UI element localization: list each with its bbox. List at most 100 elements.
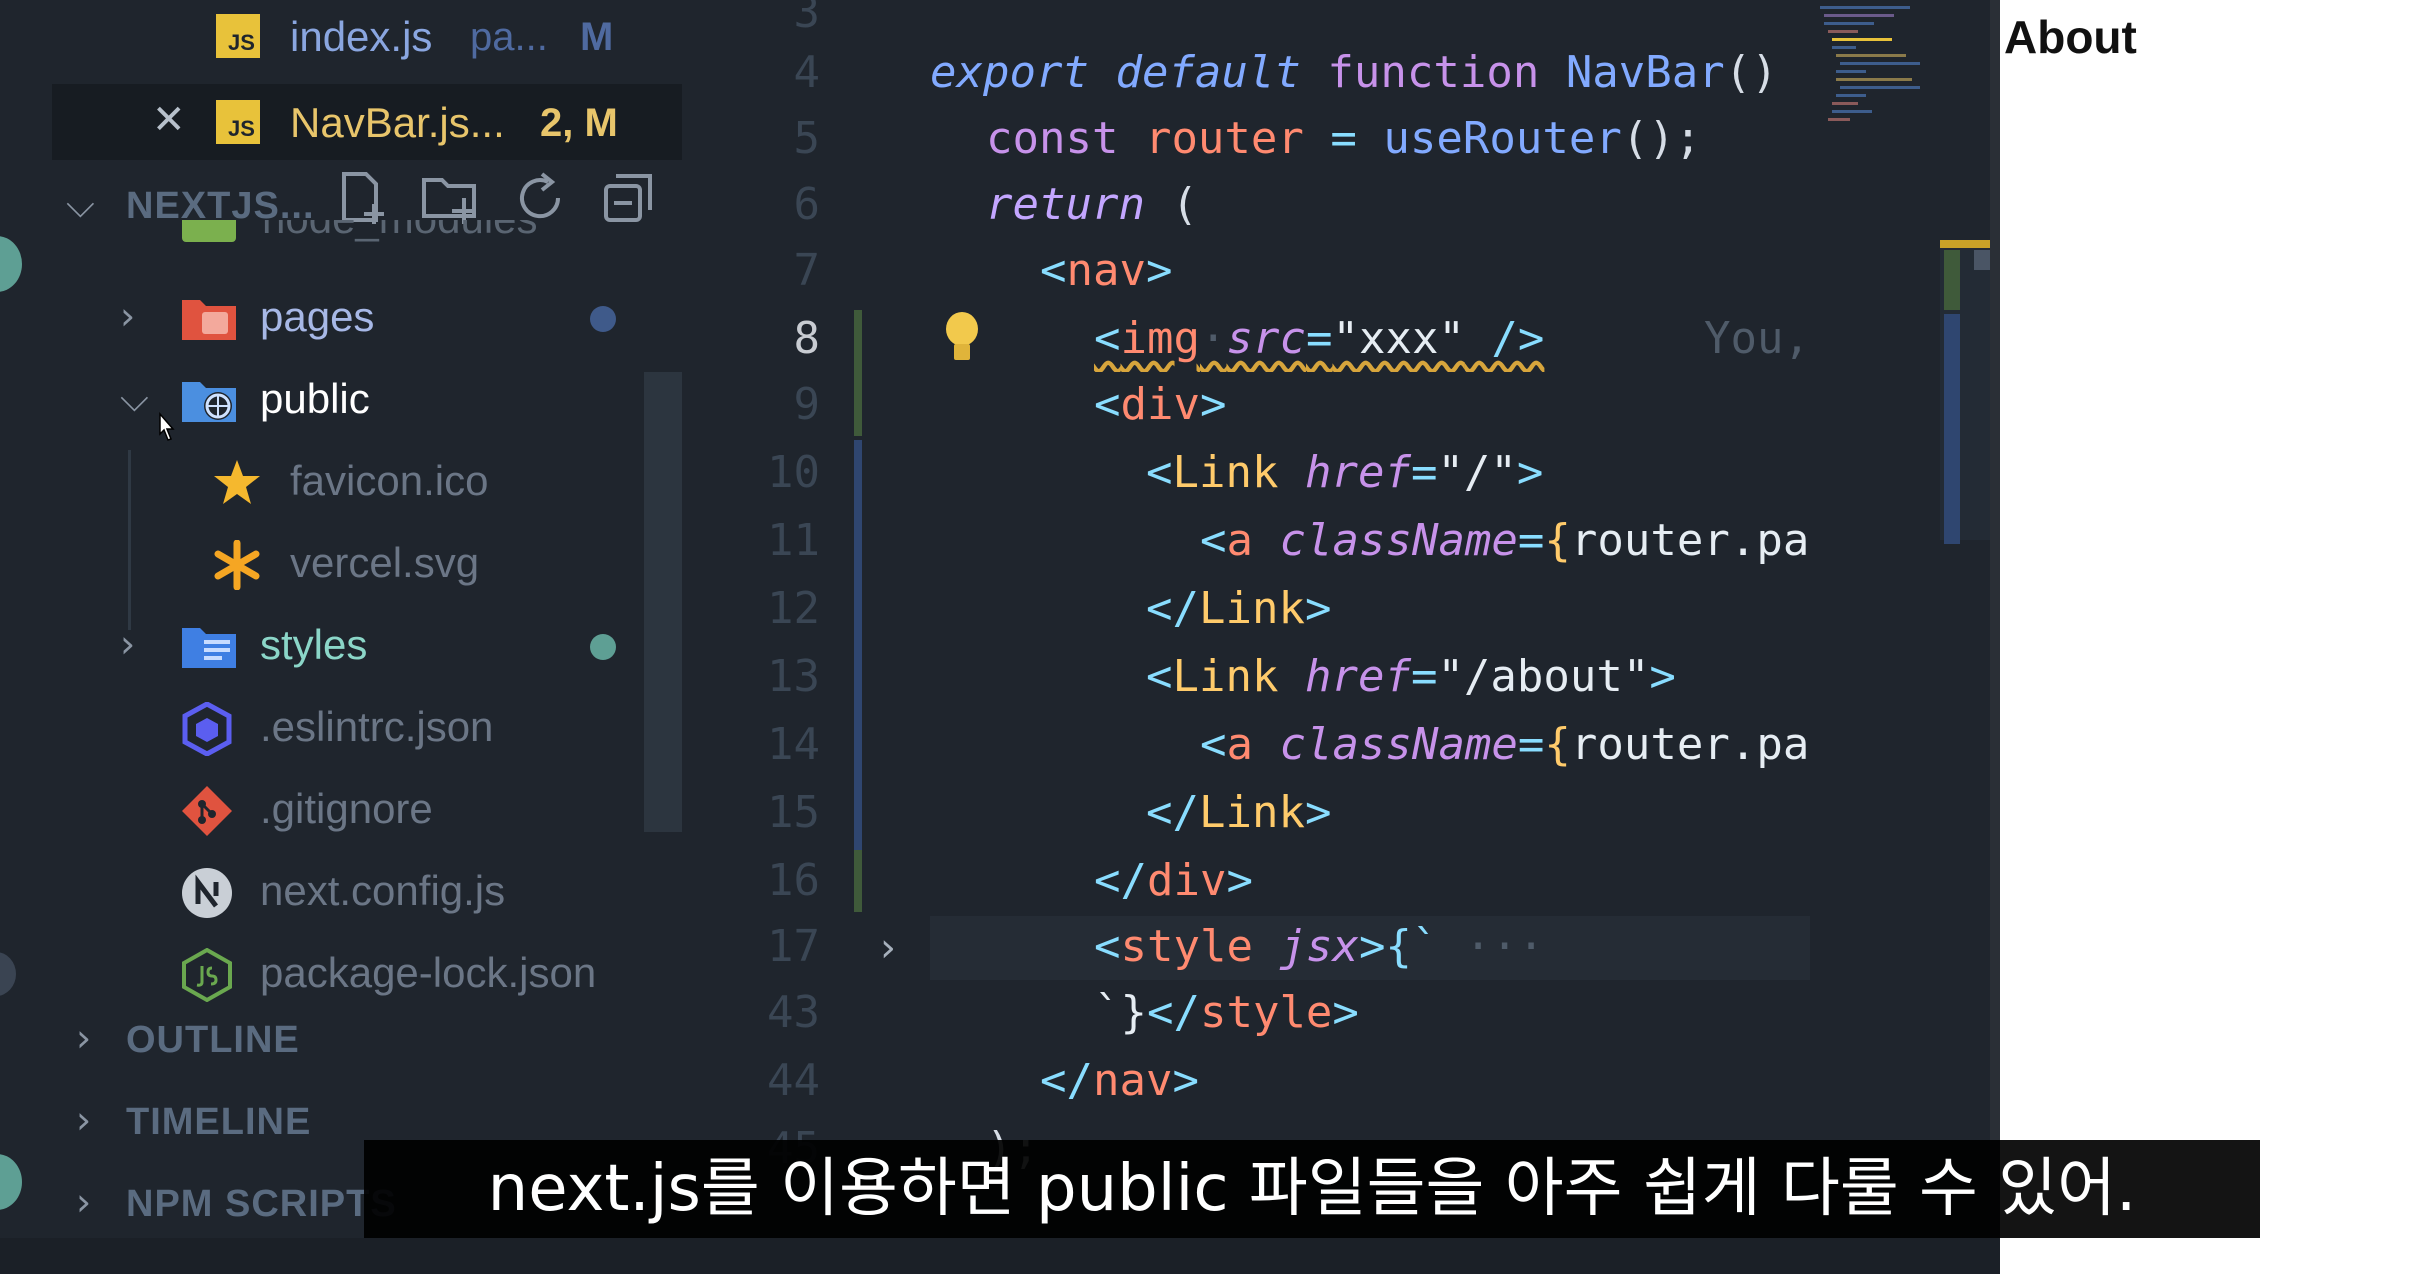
tree-item-public[interactable]: ⌵ public	[0, 360, 690, 440]
line-number: 6	[793, 179, 821, 230]
chevron-down-icon: ⌵	[66, 182, 95, 226]
new-file-icon[interactable]	[334, 168, 394, 228]
tree-item-favicon[interactable]: favicon.ico	[0, 442, 690, 522]
explorer-scrollbar[interactable]	[644, 372, 682, 832]
code-editor[interactable]: › 3 4 export default function NavBar() 5…	[690, 0, 1990, 1274]
bracket: >	[1199, 379, 1227, 430]
string: "/"	[1437, 447, 1517, 498]
brace: {	[1544, 515, 1571, 566]
tree-item-next-config[interactable]: next.config.js	[0, 852, 690, 932]
line-number: 7	[793, 245, 821, 296]
tag-name: img	[1120, 313, 1200, 364]
mouse-cursor-icon	[159, 412, 175, 441]
bracket: >	[1516, 447, 1544, 498]
tree-item-eslintrc[interactable]: .eslintrc.json	[0, 688, 690, 768]
operator: =	[1410, 447, 1438, 498]
keyword: default	[1115, 47, 1301, 98]
code-line-6: 6 return (	[690, 172, 1990, 238]
tree-item-label: pages	[260, 293, 375, 340]
section-title: TIMELINE	[126, 1101, 312, 1143]
tree-item-label: node_modules	[262, 220, 538, 244]
function-name: NavBar	[1565, 47, 1725, 98]
line-number: 9	[793, 379, 821, 430]
code-line-15: 15 </Link>	[690, 780, 1990, 846]
refresh-icon[interactable]	[510, 168, 570, 228]
tag-name: style	[1199, 987, 1333, 1038]
bracket: >	[1649, 651, 1676, 702]
bracket: >	[1304, 583, 1332, 634]
code-line-16: 16 </div>	[690, 848, 1990, 914]
attribute: src	[1226, 313, 1306, 364]
template-end: `}	[1094, 987, 1147, 1038]
explorer-sidebar: JS index.js pa... M ✕ JS NavBar.js... 2,…	[0, 0, 690, 1274]
line-number: 15	[767, 787, 820, 838]
tag-name: div	[1146, 855, 1227, 906]
bracket: </	[1040, 1055, 1093, 1106]
new-folder-icon[interactable]	[420, 168, 480, 228]
js-file-icon: JS	[216, 100, 260, 144]
open-editor-name: NavBar.js...	[290, 99, 505, 146]
operator: =	[1517, 719, 1545, 770]
string: "xxx"	[1332, 313, 1465, 364]
tree-item-label: package-lock.json	[260, 949, 597, 996]
bracket: >	[1226, 855, 1253, 906]
tree-item-label: favicon.ico	[290, 457, 489, 504]
folded-ellipsis[interactable]: ···	[1465, 921, 1544, 972]
keyword: function	[1327, 47, 1540, 98]
bracket: >	[1304, 787, 1332, 838]
code-line-7: 7 <nav>	[690, 238, 1990, 304]
outline-section-header[interactable]: › OUTLINE	[0, 1004, 690, 1074]
chevron-right-icon: ›	[76, 1098, 92, 1142]
open-editor-navbar-js[interactable]: ✕ JS NavBar.js... 2, M	[52, 84, 682, 160]
bracket: <	[1200, 515, 1227, 566]
bracket: <	[1146, 651, 1173, 702]
attribute: href	[1304, 447, 1411, 498]
problem-count-badge: 2, M	[540, 101, 618, 145]
tree-item-label: .gitignore	[260, 785, 433, 832]
tree-item-label: .eslintrc.json	[260, 703, 494, 750]
tree-item-vercel-svg[interactable]: vercel.svg	[0, 524, 690, 604]
tree-item-package-lock[interactable]: package-lock.json	[0, 934, 690, 1014]
attribute: href	[1304, 651, 1411, 702]
line-number: 4	[793, 47, 821, 98]
attribute: className	[1279, 515, 1518, 566]
bracket: </	[1146, 987, 1200, 1038]
open-editor-index-js[interactable]: JS index.js pa... M	[52, 0, 682, 76]
bracket: <	[1094, 921, 1121, 972]
line-number: 5	[793, 113, 821, 164]
close-icon[interactable]: ✕	[152, 100, 186, 140]
expression: router.pa	[1570, 515, 1810, 566]
function-call: useRouter	[1383, 113, 1622, 164]
brace: {	[1544, 719, 1571, 770]
bracket: <	[1200, 719, 1227, 770]
line-number: 44	[767, 1055, 820, 1106]
nodejs-icon	[182, 948, 232, 1002]
line-number: 10	[767, 447, 820, 498]
tree-item-label: next.config.js	[260, 867, 506, 914]
code-line-10: 10 <Link href="/">	[690, 440, 1990, 506]
tree-item-node-modules[interactable]: node_modules	[0, 220, 690, 256]
styles-folder-icon	[182, 628, 236, 668]
tree-item-styles[interactable]: › styles	[0, 606, 690, 686]
modified-dot	[590, 634, 616, 660]
tree-item-gitignore[interactable]: .gitignore	[0, 770, 690, 850]
video-subtitle: next.js를 이용하면 public 파일들을 아주 쉽게 다룰 수 있어.	[364, 1140, 2260, 1238]
bracket: <	[1146, 447, 1173, 498]
next-icon	[182, 868, 232, 918]
keyword: return	[986, 179, 1145, 230]
bracket: >	[1332, 987, 1359, 1038]
collapse-all-icon[interactable]	[598, 168, 658, 228]
open-editor-description: pa...	[470, 15, 548, 59]
line-number: 12	[767, 583, 820, 634]
nav-link-about[interactable]: About	[2004, 10, 2137, 64]
folder-icon	[182, 220, 236, 242]
tag-name: div	[1120, 379, 1200, 430]
line-number: 16	[767, 855, 820, 906]
tree-item-pages[interactable]: › pages	[0, 278, 690, 358]
overview-ruler[interactable]	[1940, 240, 1990, 544]
code-line-5: 5 const router = useRouter();	[690, 106, 1990, 172]
code-line-12: 12 </Link>	[690, 576, 1990, 642]
minimap[interactable]	[1810, 0, 1990, 1274]
punctuation: ();	[1621, 113, 1702, 164]
pages-folder-icon	[182, 300, 236, 340]
